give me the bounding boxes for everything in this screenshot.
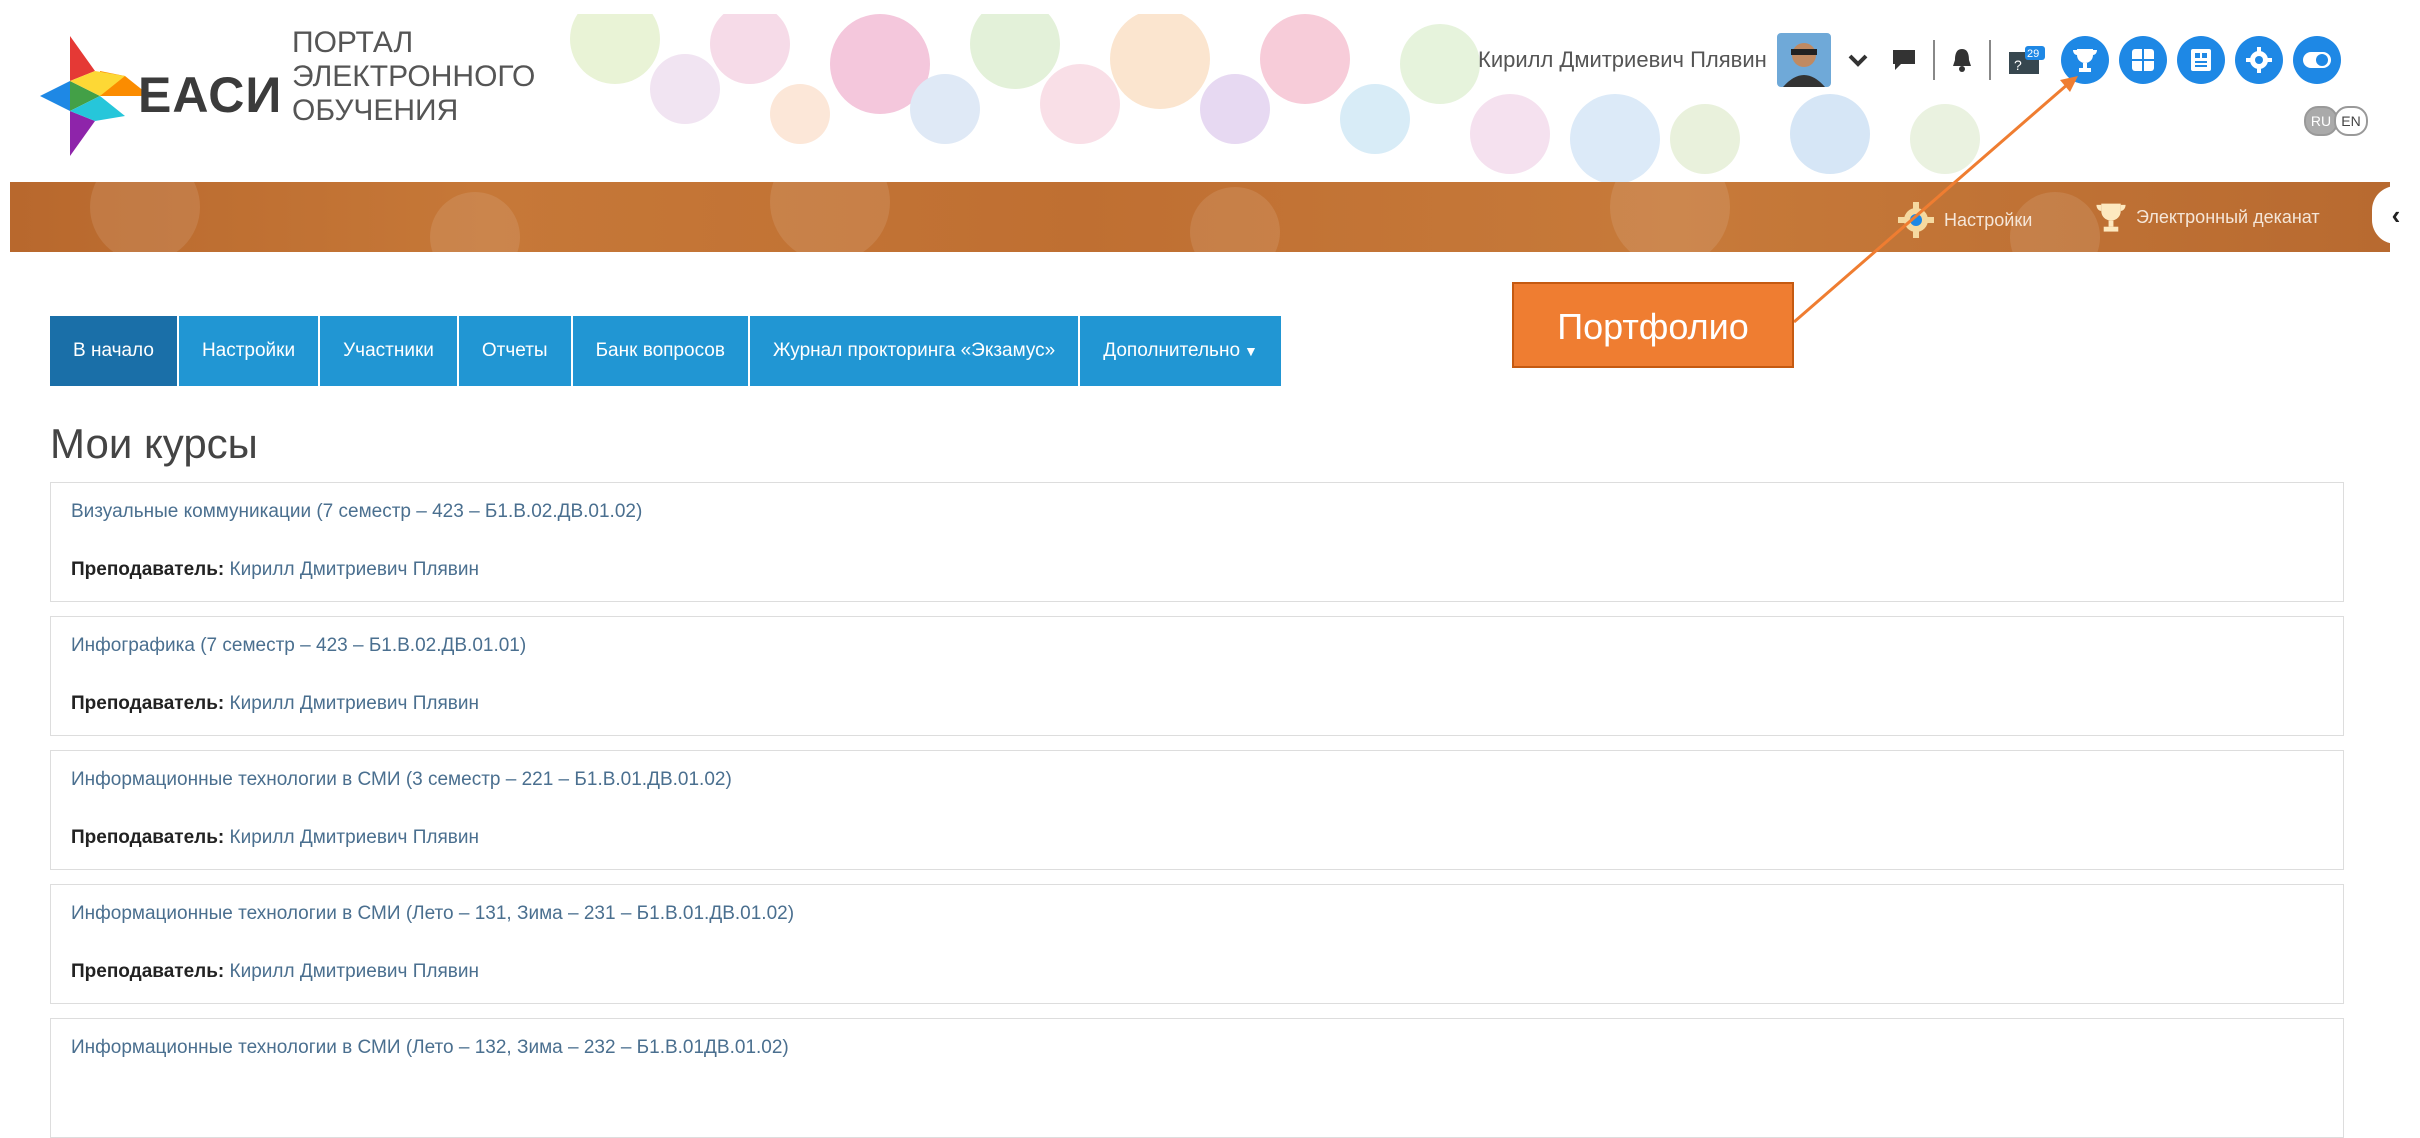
decor-bubble: [1470, 94, 1550, 174]
course-teacher: Преподаватель: Кирилл Дмитриевич Плявин: [71, 961, 479, 983]
nav-settings[interactable]: Настройки: [178, 316, 321, 386]
course-nav: В начало Настройки Участники Отчеты Банк…: [50, 316, 1283, 386]
decor-bubble: [710, 14, 790, 84]
decor-bubble: [1570, 94, 1660, 182]
decor-bubble: [1200, 74, 1270, 144]
portfolio-callout: Портфолио: [1512, 282, 1794, 368]
chevron-left-icon: ‹: [2391, 199, 2401, 230]
bell-icon[interactable]: [1951, 47, 1973, 73]
divider: [1988, 40, 1991, 80]
decor-bubble: [910, 74, 980, 144]
trophy-icon[interactable]: [2060, 36, 2109, 84]
brand-name: ЕАСИ: [138, 67, 283, 123]
decor-bubble: [1400, 24, 1480, 104]
decor-bubble: [430, 192, 520, 252]
decor-bubble: [1110, 14, 1210, 109]
portal-title-line: ПОРТАЛ: [292, 26, 414, 59]
nav-home[interactable]: В начало: [50, 316, 179, 386]
course-card: Информационные технологии в СМИ (Лето – …: [50, 1018, 2344, 1138]
course-teacher: Преподаватель: Кирилл Дмитриевич Плявин: [71, 693, 479, 715]
chat-icon[interactable]: [1891, 48, 1917, 72]
trophy-icon: [2094, 200, 2128, 234]
decor-bubble: [1670, 104, 1740, 174]
portal-title-line: ОБУЧЕНИЯ: [292, 94, 459, 127]
nav-question-bank[interactable]: Банк вопросов: [572, 316, 750, 386]
portal-title-line: ЭЛЕКТРОННОГО: [292, 60, 536, 93]
drawer-toggle-button[interactable]: ‹: [2372, 186, 2420, 244]
nav-reports[interactable]: Отчеты: [458, 316, 573, 386]
avatar[interactable]: [1776, 33, 1831, 87]
nav-more[interactable]: Дополнительно ▼: [1080, 316, 1283, 386]
course-link[interactable]: Информационные технологии в СМИ (Лето – …: [71, 1037, 789, 1059]
gear-icon[interactable]: [2234, 36, 2283, 84]
user-menu: Кирилл Дмитриевич Плявин ? 29: [1478, 32, 2341, 88]
svg-text:?: ?: [2014, 57, 2022, 73]
teacher-label: Преподаватель:: [71, 693, 225, 714]
nav-proctoring-journal[interactable]: Журнал прокторинга «Экзамус»: [749, 316, 1081, 386]
decor-bubble: [650, 54, 720, 124]
decor-bubble: [770, 182, 890, 252]
language-switcher: RU EN: [2304, 106, 2368, 136]
decor-bubble: [570, 14, 660, 84]
course-card: Инфографика (7 семестр – 423 – Б1.В.02.Д…: [50, 616, 2344, 736]
messages-badge-count: 29: [2027, 48, 2039, 60]
decor-bubble: [1190, 187, 1280, 252]
course-teacher: Преподаватель: Кирилл Дмитриевич Плявин: [71, 827, 479, 849]
gear-icon: [1896, 200, 1936, 240]
decor-bubble: [1040, 64, 1120, 144]
course-link[interactable]: Инфографика (7 семестр – 423 – Б1.В.02.Д…: [71, 635, 526, 657]
decor-bubble: [1910, 104, 1980, 174]
course-card: Информационные технологии в СМИ (3 семес…: [50, 750, 2344, 870]
user-name[interactable]: Кирилл Дмитриевич Плявин: [1478, 47, 1767, 73]
decor-bubble: [770, 84, 830, 144]
lang-ru-button[interactable]: RU: [2304, 106, 2338, 136]
chevron-down-icon: ▼: [1244, 343, 1258, 359]
course-teacher: Преподаватель: Кирилл Дмитриевич Плявин: [71, 559, 479, 581]
messages-badge-icon[interactable]: ? 29: [2007, 44, 2047, 76]
nav-more-label: Дополнительно: [1103, 340, 1241, 361]
band-deanery-link[interactable]: Электронный деканат: [2094, 200, 2320, 234]
decor-bubble: [1260, 14, 1350, 104]
band-deanery-label: Электронный деканат: [2136, 206, 2320, 227]
course-card: Информационные технологии в СМИ (Лето – …: [50, 884, 2344, 1004]
site-header: ЕАСИ ПОРТАЛ ЭЛЕКТРОННОГО ОБУЧЕНИЯ Кирилл…: [10, 14, 2420, 182]
teacher-name[interactable]: Кирилл Дмитриевич Плявин: [230, 827, 479, 848]
decor-bubble: [90, 182, 200, 252]
nav-participants[interactable]: Участники: [320, 316, 459, 386]
course-link[interactable]: Информационные технологии в СМИ (3 семес…: [71, 769, 732, 791]
report-icon[interactable]: [2176, 36, 2225, 84]
portal-title: ПОРТАЛ ЭЛЕКТРОННОГО ОБУЧЕНИЯ: [292, 26, 535, 128]
decor-bubble: [1340, 84, 1410, 154]
teacher-name[interactable]: Кирилл Дмитриевич Плявин: [230, 559, 479, 580]
decor-bubble: [1610, 182, 1730, 252]
decor-bubble: [970, 14, 1060, 89]
course-link[interactable]: Визуальные коммуникации (7 семестр – 423…: [71, 501, 642, 523]
grid-icon[interactable]: [2118, 36, 2167, 84]
easi-logo-icon[interactable]: [40, 36, 150, 156]
teacher-name[interactable]: Кирилл Дмитриевич Плявин: [230, 693, 479, 714]
band-settings-label: Настройки: [1944, 209, 2033, 230]
teacher-label: Преподаватель:: [71, 827, 225, 848]
teacher-label: Преподаватель:: [71, 961, 225, 982]
teacher-name[interactable]: Кирилл Дмитриевич Плявин: [230, 961, 479, 982]
toggle-icon[interactable]: [2292, 36, 2341, 84]
teacher-label: Преподаватель:: [71, 559, 225, 580]
band-settings-link[interactable]: Настройки: [1896, 200, 2032, 240]
chevron-down-icon[interactable]: [1847, 49, 1869, 71]
page-title: Мои курсы: [50, 420, 258, 467]
divider: [1932, 40, 1935, 80]
course-header-band: Настройки Электронный деканат: [10, 182, 2390, 252]
course-link[interactable]: Информационные технологии в СМИ (Лето – …: [71, 903, 794, 925]
lang-en-button[interactable]: EN: [2334, 106, 2368, 136]
decor-bubble: [1790, 94, 1870, 174]
course-card: Визуальные коммуникации (7 семестр – 423…: [50, 482, 2344, 602]
